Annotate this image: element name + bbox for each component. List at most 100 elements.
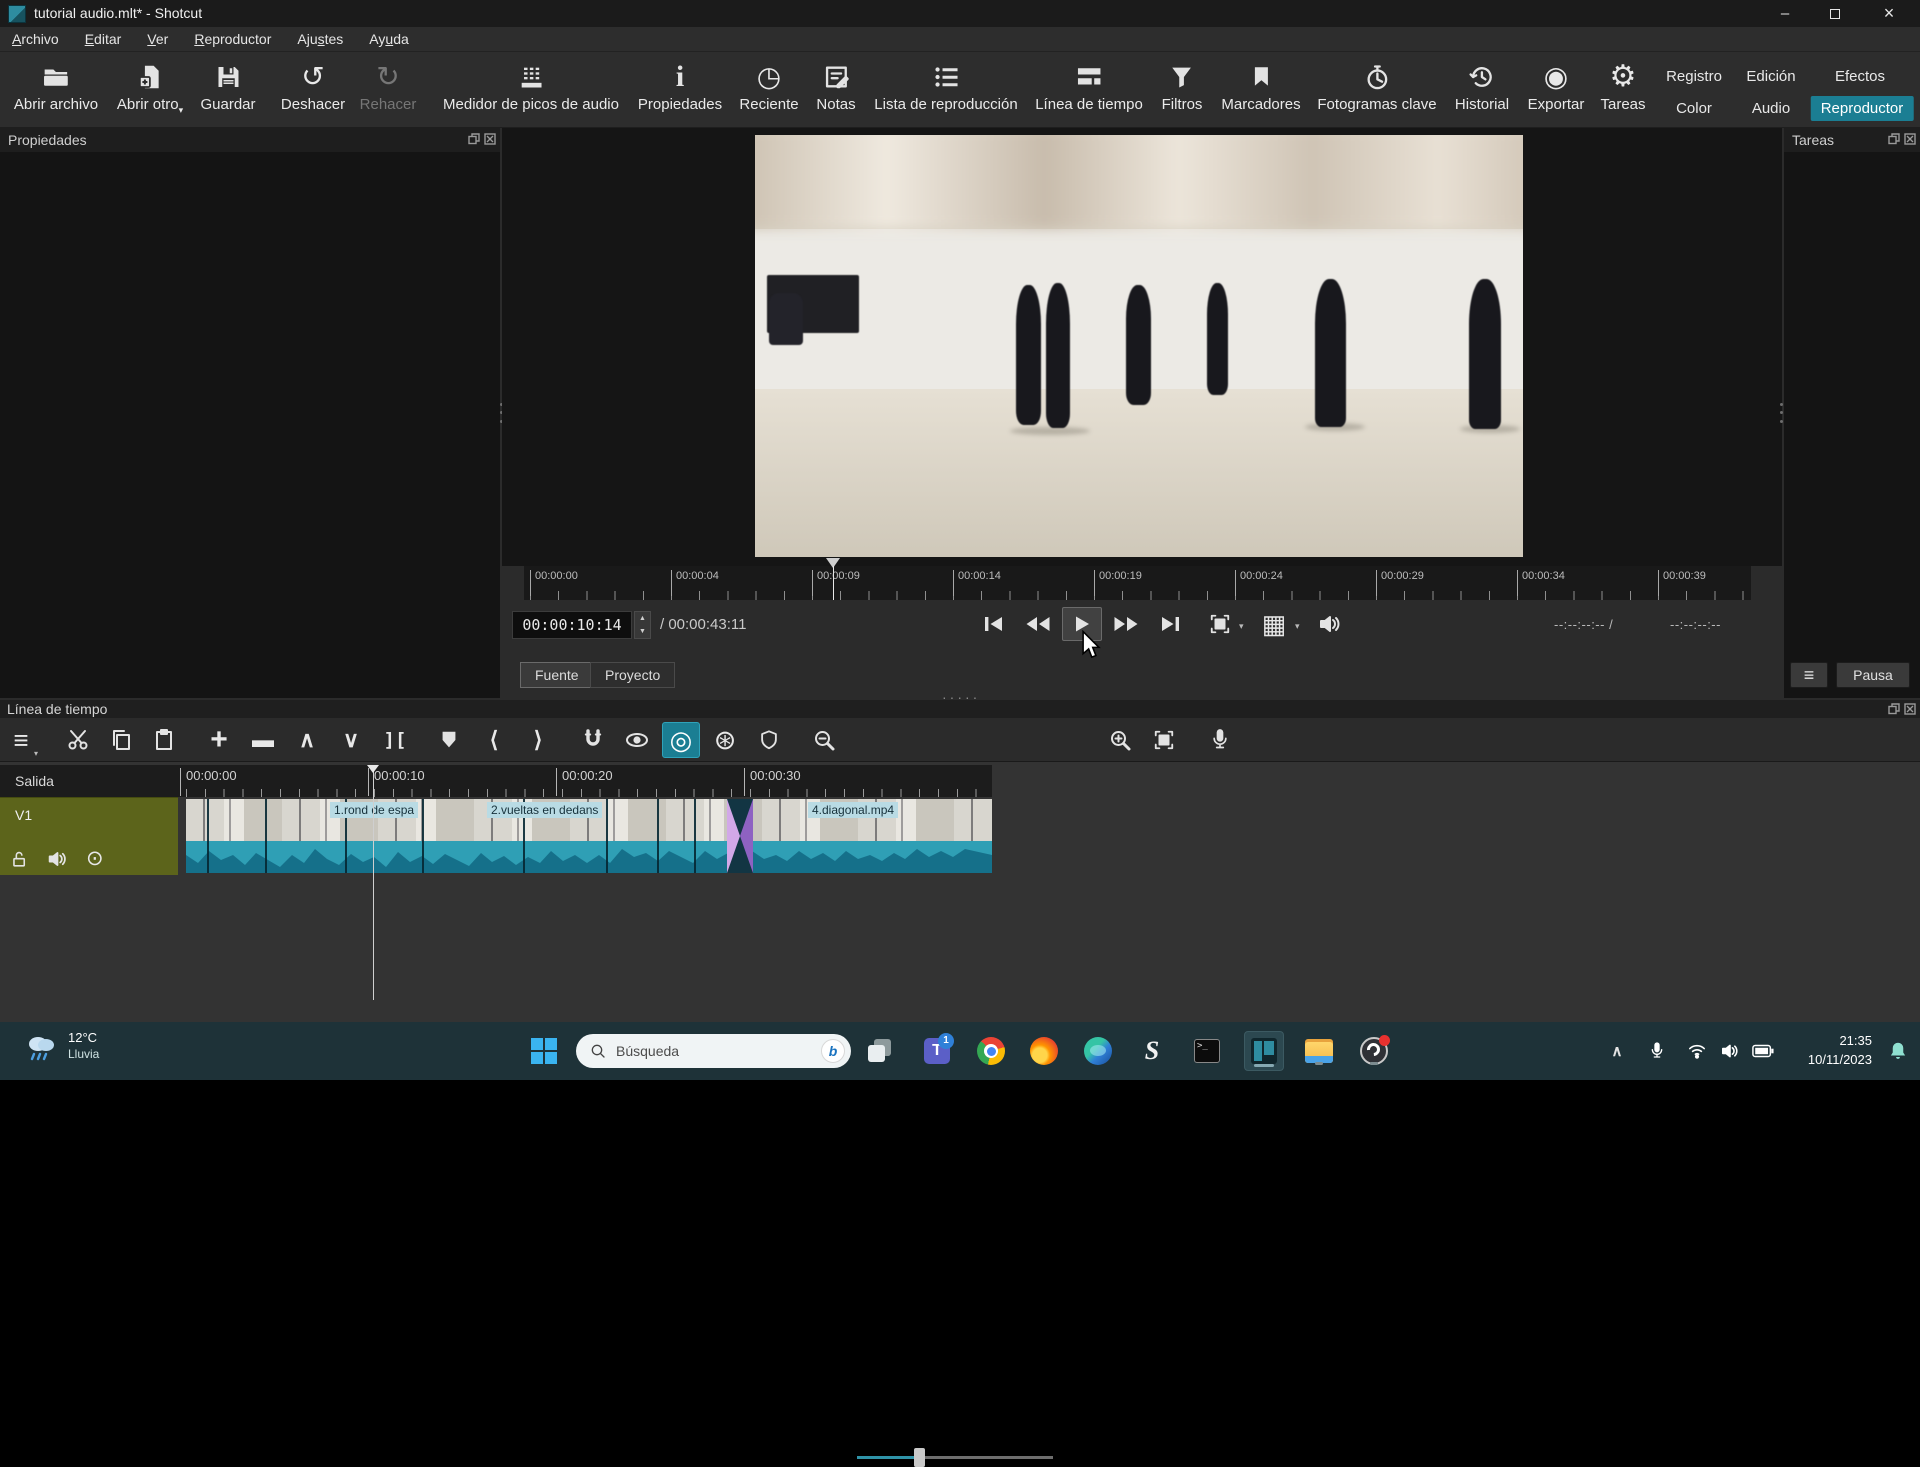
float-panel-icon[interactable] [1888,133,1900,145]
clip-label[interactable]: 1.rond de espa [330,802,418,818]
notes-button[interactable]: Notas [816,58,855,113]
menu-archivo[interactable]: Archivo [12,31,59,47]
ripple-all-tracks-button[interactable]: ⊛ [706,722,744,758]
ripple-markers-button[interactable] [750,722,788,758]
next-marker-button[interactable]: ⟩ [519,722,557,758]
menu-ver[interactable]: Ver [147,31,168,47]
playlist-button[interactable]: Lista de reproducción [874,58,1017,113]
task-view-button[interactable] [863,1034,897,1068]
obs-app-icon[interactable] [1357,1034,1391,1068]
output-track-label[interactable]: Salida [15,773,54,789]
hide-track-icon[interactable]: ⊙ [86,844,104,874]
menu-editar[interactable]: Editar [85,31,122,47]
skip-previous-button[interactable] [974,607,1014,641]
keyframes-button[interactable]: Fotogramas clave [1317,58,1436,113]
position-timecode-field[interactable]: 00:00:10:14 [512,611,632,639]
zoom-slider-handle[interactable] [914,1448,925,1467]
taskbar-clock[interactable]: 21:35 10/11/2023 [1790,1031,1872,1069]
cut-button[interactable] [59,722,97,758]
open-other-button[interactable]: Abrir otro▾ [117,58,183,116]
ripple-delete-button[interactable]: ▬ [244,722,282,758]
layout-audio[interactable]: Audio [1742,96,1800,121]
float-panel-icon[interactable] [468,133,480,145]
timeline-button[interactable]: Línea de tiempo [1035,58,1143,113]
menu-ajustes[interactable]: Ajustes [297,31,343,47]
lift-button[interactable]: ∧ [288,722,326,758]
grid-button[interactable]: ▦ [1254,607,1294,641]
tray-volume-icon[interactable] [1713,1034,1747,1068]
close-panel-icon[interactable] [1904,133,1916,145]
record-audio-button[interactable] [1201,722,1239,758]
copy-button[interactable] [102,722,140,758]
timeline-playhead[interactable] [367,765,379,779]
paste-button[interactable] [145,722,183,758]
jobs-menu-button[interactable]: ≡ [1790,662,1828,688]
recent-button[interactable]: ◷ Reciente [739,58,798,113]
split-button[interactable]: ][ [376,722,414,758]
rewind-button[interactable] [1018,607,1058,641]
timecode-spinner[interactable]: ▲▼ [634,611,651,639]
layout-registro[interactable]: Registro [1656,64,1732,89]
tray-microphone-icon[interactable] [1640,1034,1674,1068]
float-panel-icon[interactable] [1888,703,1900,715]
notifications-bell-icon[interactable] [1881,1034,1915,1068]
clip-label[interactable]: 4.diagonal.mp4 [808,802,898,818]
open-file-button[interactable]: Abrir archivo [14,58,98,113]
properties-button[interactable]: i Propiedades [638,58,722,113]
filters-button[interactable]: Filtros [1162,58,1203,113]
close-panel-icon[interactable] [1904,703,1916,715]
player-scrubber[interactable]: 00:00:00 00:00:04 00:00:09 00:00:14 00:0… [524,566,1751,600]
previous-marker-button[interactable]: ⟨ [475,722,513,758]
overwrite-button[interactable]: ∨ [332,722,370,758]
layout-color[interactable]: Color [1666,96,1722,121]
search-box[interactable]: Búsqueda b [576,1034,851,1068]
track-header-v1[interactable]: V1 ⊙ [0,797,178,875]
append-button[interactable]: + [200,722,238,758]
layout-edicion[interactable]: Edición [1736,64,1805,89]
zoom-fit-button[interactable] [1200,607,1240,641]
save-button[interactable]: Guardar [200,58,255,113]
firefox-app-icon[interactable] [1027,1034,1061,1068]
tray-expand-chevron[interactable]: ∧ [1600,1034,1634,1068]
undo-button[interactable]: ↺ Deshacer [281,58,345,113]
ripple-button[interactable]: ◎ [662,722,700,758]
edge-app-icon[interactable] [1081,1034,1115,1068]
grid-dropdown[interactable]: ▾ [1295,621,1300,632]
maximize-button[interactable] [1812,0,1858,27]
minimize-button[interactable]: – [1762,0,1808,27]
create-marker-button[interactable] [430,722,468,758]
tab-fuente[interactable]: Fuente [520,662,594,688]
timeline-ruler[interactable]: Salida 00:00:00 00:00:10 00:00:20 00:00:… [0,765,992,797]
layout-efectos[interactable]: Efectos [1825,64,1895,89]
timeline-clips[interactable]: 1.rond de espa 2.vueltas en dedans 4.dia… [186,799,992,873]
layout-reproductor[interactable]: Reproductor [1811,96,1914,121]
zoom-out-button[interactable] [805,722,843,758]
history-button[interactable]: Historial [1455,58,1509,113]
teams-app-icon[interactable]: T 1 [920,1034,954,1068]
file-explorer-icon[interactable] [1302,1034,1336,1068]
transition-clip[interactable] [727,799,753,873]
zoom-fit-dropdown[interactable]: ▾ [1239,621,1244,632]
menu-reproductor[interactable]: Reproductor [194,31,271,47]
terminal-app-icon[interactable]: >_ [1190,1034,1224,1068]
chrome-app-icon[interactable] [974,1034,1008,1068]
zoom-fit-timeline-button[interactable] [1145,722,1183,758]
jobs-button[interactable]: ⚙ Tareas [1600,58,1645,113]
scrub-while-dragging-button[interactable] [618,722,656,758]
timeline-menu-button[interactable]: ≡▾ [2,722,40,758]
export-button[interactable]: ◉ Exportar [1528,58,1585,113]
weather-widget[interactable]: 12°CLluvia [24,1030,99,1063]
lock-track-icon[interactable] [10,850,29,869]
close-button[interactable]: × [1866,0,1912,27]
volume-button[interactable] [1310,607,1350,641]
zoom-in-button[interactable] [1101,722,1139,758]
shotcut-launcher-icon[interactable]: S [1135,1034,1169,1068]
fast-forward-button[interactable] [1106,607,1146,641]
tray-wifi-icon[interactable] [1680,1034,1714,1068]
shotcut-window-taskbar-icon[interactable] [1244,1031,1284,1071]
tab-proyecto[interactable]: Proyecto [590,662,675,688]
start-button[interactable] [527,1034,561,1068]
markers-button[interactable]: Marcadores [1221,58,1300,113]
close-panel-icon[interactable] [484,133,496,145]
right-splitter-handle[interactable] [1779,400,1783,426]
